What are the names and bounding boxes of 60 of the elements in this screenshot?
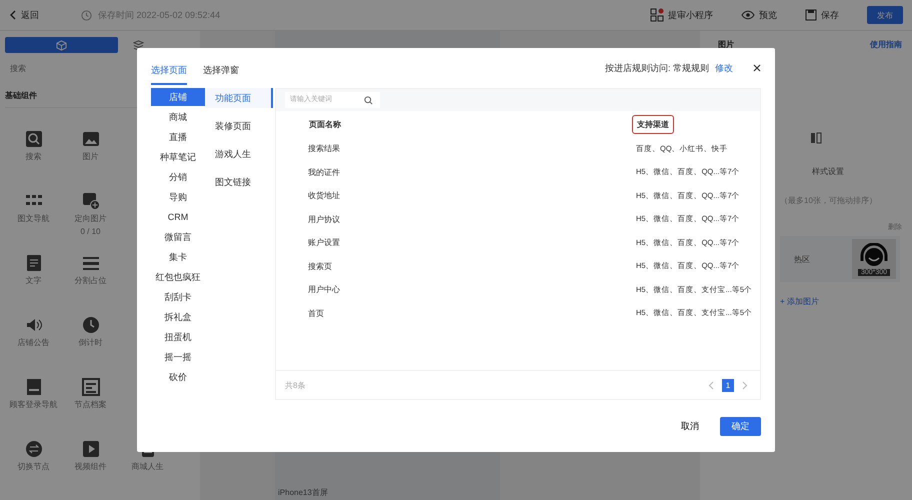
component-label: 搜索 (26, 151, 42, 162)
total-count: 共8条 (285, 380, 306, 390)
category-item[interactable]: 扭蛋机 (151, 328, 205, 346)
hotspot-label[interactable]: 热区 (794, 254, 810, 264)
category-item[interactable]: 集卡 (151, 248, 205, 266)
category-item[interactable]: 红包也疯狂 (151, 268, 205, 286)
back-link[interactable]: 返回 (9, 8, 39, 22)
category-item[interactable]: 直播 (151, 128, 205, 146)
page-name-cell-text: 我的证件 (308, 166, 341, 178)
component-label: 图片 (82, 151, 98, 162)
category-item[interactable]: 刮刮卡 (151, 288, 205, 306)
category-item[interactable]: 分销 (151, 168, 205, 186)
confirm-button[interactable]: 确定 (720, 416, 761, 436)
save-time: 保存时间 2022-05-02 09:52:44 (98, 8, 220, 22)
component-label: 图文导航 (18, 213, 50, 224)
category-item[interactable]: 店铺 (151, 88, 205, 106)
component-label: 顾客登录导航 (10, 399, 58, 410)
edit-link[interactable]: 修改 (715, 62, 733, 74)
category-item[interactable]: 拆礼盒 (151, 308, 205, 326)
toolbar-action[interactable]: 预览 (741, 8, 777, 22)
dialog-tab[interactable]: 选择弹窗 (203, 58, 239, 84)
page-name-cell-text: 首页 (308, 308, 325, 319)
subcategory-item[interactable]: 游戏人生 (205, 144, 273, 164)
page-name-cell-text: 账户设置 (308, 237, 341, 248)
component-label: 切换节点 (18, 461, 50, 472)
page-name-cell-text: 用户中心 (308, 284, 341, 296)
component-label: 倒计时 (78, 337, 102, 348)
category-item[interactable]: 摇一摇 (151, 348, 205, 366)
panel-title: 图片 (718, 39, 734, 50)
page-name-cell-text: 用户协议 (308, 214, 341, 225)
page-name-cell-text: 搜索结果 (308, 143, 341, 154)
toolbar-action[interactable]: 保存 (805, 8, 839, 22)
component-label: 商城人生 (132, 461, 164, 472)
category-item[interactable]: 砍价 (151, 368, 205, 386)
cancel-button[interactable]: 取消 (670, 416, 710, 436)
component-label: 文字 (26, 275, 42, 286)
toolbar-action[interactable]: 提审小程序 (650, 8, 713, 22)
dialog-tab[interactable]: 选择页面 (151, 58, 187, 84)
subcategory-item[interactable]: 图文链接 (205, 172, 273, 192)
page-name-cell-text: 搜索页 (308, 260, 333, 272)
category-item[interactable]: CRM (151, 208, 205, 226)
component-label: 节点档案 (74, 399, 106, 410)
column-header: 页面名称 (308, 118, 342, 130)
screen-label: iPhone13首屏 (278, 487, 328, 498)
component-label: 定向图片 (74, 213, 106, 224)
subcategory-item[interactable]: 装修页面 (205, 116, 273, 136)
component-label: 店铺公告 (18, 337, 50, 348)
style-settings-tab[interactable]: 样式设置 (812, 166, 844, 177)
column-header: 支持渠道 (632, 114, 674, 134)
rule-label: 按进店规则访问: 常规规则 (604, 62, 709, 74)
component-label: 分割占位 (74, 275, 106, 286)
component-label: 视频组件 (74, 461, 106, 472)
category-item[interactable]: 微留言 (151, 228, 205, 246)
category-item[interactable]: 商城 (151, 108, 205, 126)
subcategory-item[interactable]: 功能页面 (205, 88, 273, 108)
category-item[interactable]: 导购 (151, 188, 205, 206)
page-name-cell-text: 收货地址 (308, 190, 341, 202)
page-number[interactable]: 1 (722, 378, 734, 392)
component-count: 0 / 10 (80, 227, 100, 236)
category-item[interactable]: 种草笔记 (151, 148, 205, 166)
